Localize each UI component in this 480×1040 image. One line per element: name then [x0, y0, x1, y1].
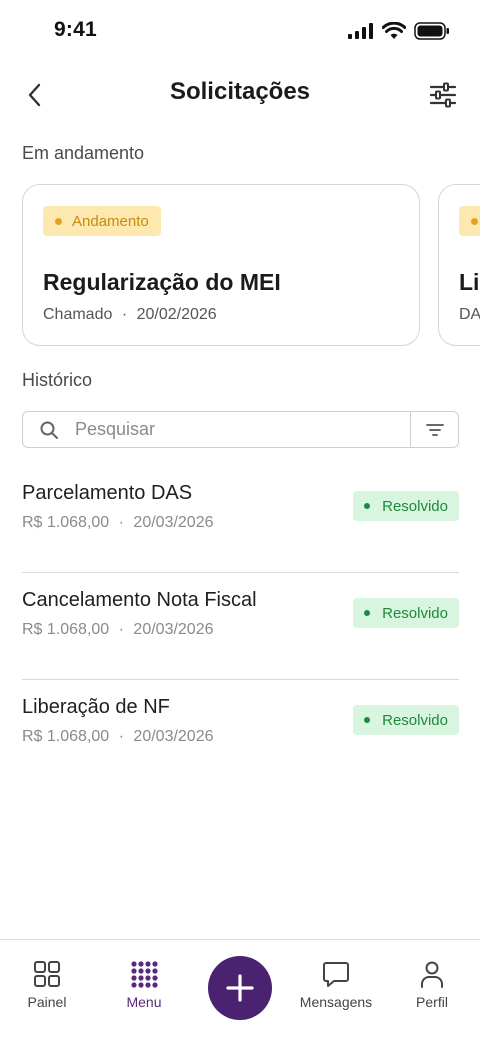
- nav-label-mensagens: Mensagens: [299, 994, 373, 1010]
- sliders-icon: [429, 82, 457, 108]
- card-meta: Chamado · 20/02/2026: [43, 306, 217, 324]
- status-icons: [348, 22, 450, 40]
- status-badge: Resolvido: [353, 598, 459, 628]
- bottom-nav: Painel Menu Mensagens Perfil: [0, 939, 480, 1040]
- status-time: 9:41: [54, 18, 97, 41]
- status-badge: Resolvido: [353, 705, 459, 735]
- status-dot: [364, 610, 371, 616]
- item-title: Liberação de NF: [22, 696, 170, 718]
- item-meta: R$ 1.068,00 · 20/03/2026: [22, 514, 214, 532]
- list-filter-button[interactable]: [410, 412, 458, 447]
- header: Solicitações: [0, 70, 480, 118]
- status-dot: [55, 217, 62, 225]
- history-item[interactable]: Parcelamento DAS R$ 1.068,00 · 20/03/202…: [22, 466, 459, 573]
- new-request-button[interactable]: [208, 956, 272, 1020]
- status-badge-label: Andamento: [72, 212, 149, 230]
- nav-item-perfil[interactable]: Perfil: [387, 960, 477, 1010]
- status-dot: [471, 217, 478, 225]
- meta-separator: ·: [118, 621, 124, 638]
- nav-item-menu[interactable]: Menu: [99, 960, 189, 1010]
- filter-icon: [425, 423, 444, 436]
- item-amount: R$ 1.068,00: [22, 728, 110, 745]
- status-badge: Resolvido: [353, 491, 459, 521]
- history-list: Parcelamento DAS R$ 1.068,00 · 20/03/202…: [22, 466, 459, 787]
- card-type: Chamado: [43, 306, 113, 323]
- meta-separator: ·: [118, 514, 124, 531]
- search-bar: [22, 411, 459, 448]
- grid-icon: [34, 961, 60, 987]
- nav-label-perfil: Perfil: [416, 994, 448, 1010]
- item-amount: R$ 1.068,00: [22, 621, 110, 638]
- item-title: Parcelamento DAS: [22, 482, 193, 504]
- request-card[interactable]: Andamento Regularização do MEI Chamado ·…: [22, 184, 420, 346]
- nav-item-mensagens[interactable]: Mensagens: [291, 960, 381, 1010]
- meta-separator: ·: [121, 306, 128, 323]
- status-bar: 9:41: [0, 0, 480, 62]
- item-date: 20/03/2026: [133, 514, 214, 531]
- item-meta: R$ 1.068,00 · 20/03/2026: [22, 621, 214, 639]
- status-badge: [459, 206, 480, 236]
- chat-icon: [323, 962, 349, 987]
- in-progress-carousel[interactable]: Andamento Regularização do MEI Chamado ·…: [0, 184, 480, 348]
- request-card[interactable]: Lil DA: [438, 184, 480, 346]
- user-icon: [421, 961, 443, 988]
- history-item[interactable]: Cancelamento Nota Fiscal R$ 1.068,00 · 2…: [22, 573, 459, 680]
- battery-icon: [414, 22, 449, 40]
- status-badge-label: Resolvido: [382, 604, 448, 622]
- nav-label-menu: Menu: [126, 994, 162, 1010]
- page-title: Solicitações: [169, 78, 311, 105]
- item-meta: R$ 1.068,00 · 20/03/2026: [22, 728, 214, 746]
- item-date: 20/03/2026: [133, 621, 214, 638]
- plus-icon: [226, 974, 254, 1002]
- nav-item-painel[interactable]: Painel: [2, 960, 92, 1010]
- search-field[interactable]: [23, 412, 410, 447]
- card-meta: DA: [459, 306, 480, 324]
- status-dot: [364, 717, 371, 723]
- dots-grid-icon: [131, 961, 158, 988]
- status-badge-label: Resolvido: [382, 711, 448, 729]
- signal-icon: [348, 23, 373, 39]
- search-icon: [40, 421, 58, 439]
- card-date: 20/02/2026: [136, 306, 217, 323]
- item-date: 20/03/2026: [133, 728, 214, 745]
- card-title: Regularização do MEI: [43, 269, 281, 295]
- filter-settings-button[interactable]: [426, 78, 460, 112]
- status-badge: Andamento: [43, 206, 161, 236]
- section-title-in-progress: Em andamento: [22, 143, 145, 163]
- status-badge-label: Resolvido: [382, 497, 448, 515]
- item-title: Cancelamento Nota Fiscal: [22, 589, 257, 611]
- status-dot: [364, 503, 371, 509]
- history-item[interactable]: Liberação de NF R$ 1.068,00 · 20/03/2026…: [22, 680, 459, 787]
- meta-separator: ·: [118, 728, 124, 745]
- search-input[interactable]: [75, 419, 375, 440]
- section-title-history: Histórico: [22, 370, 93, 390]
- item-amount: R$ 1.068,00: [22, 514, 110, 531]
- card-type: DA: [459, 306, 480, 323]
- nav-label-painel: Painel: [27, 994, 67, 1010]
- card-title: Lil: [459, 269, 480, 295]
- wifi-icon: [382, 22, 406, 39]
